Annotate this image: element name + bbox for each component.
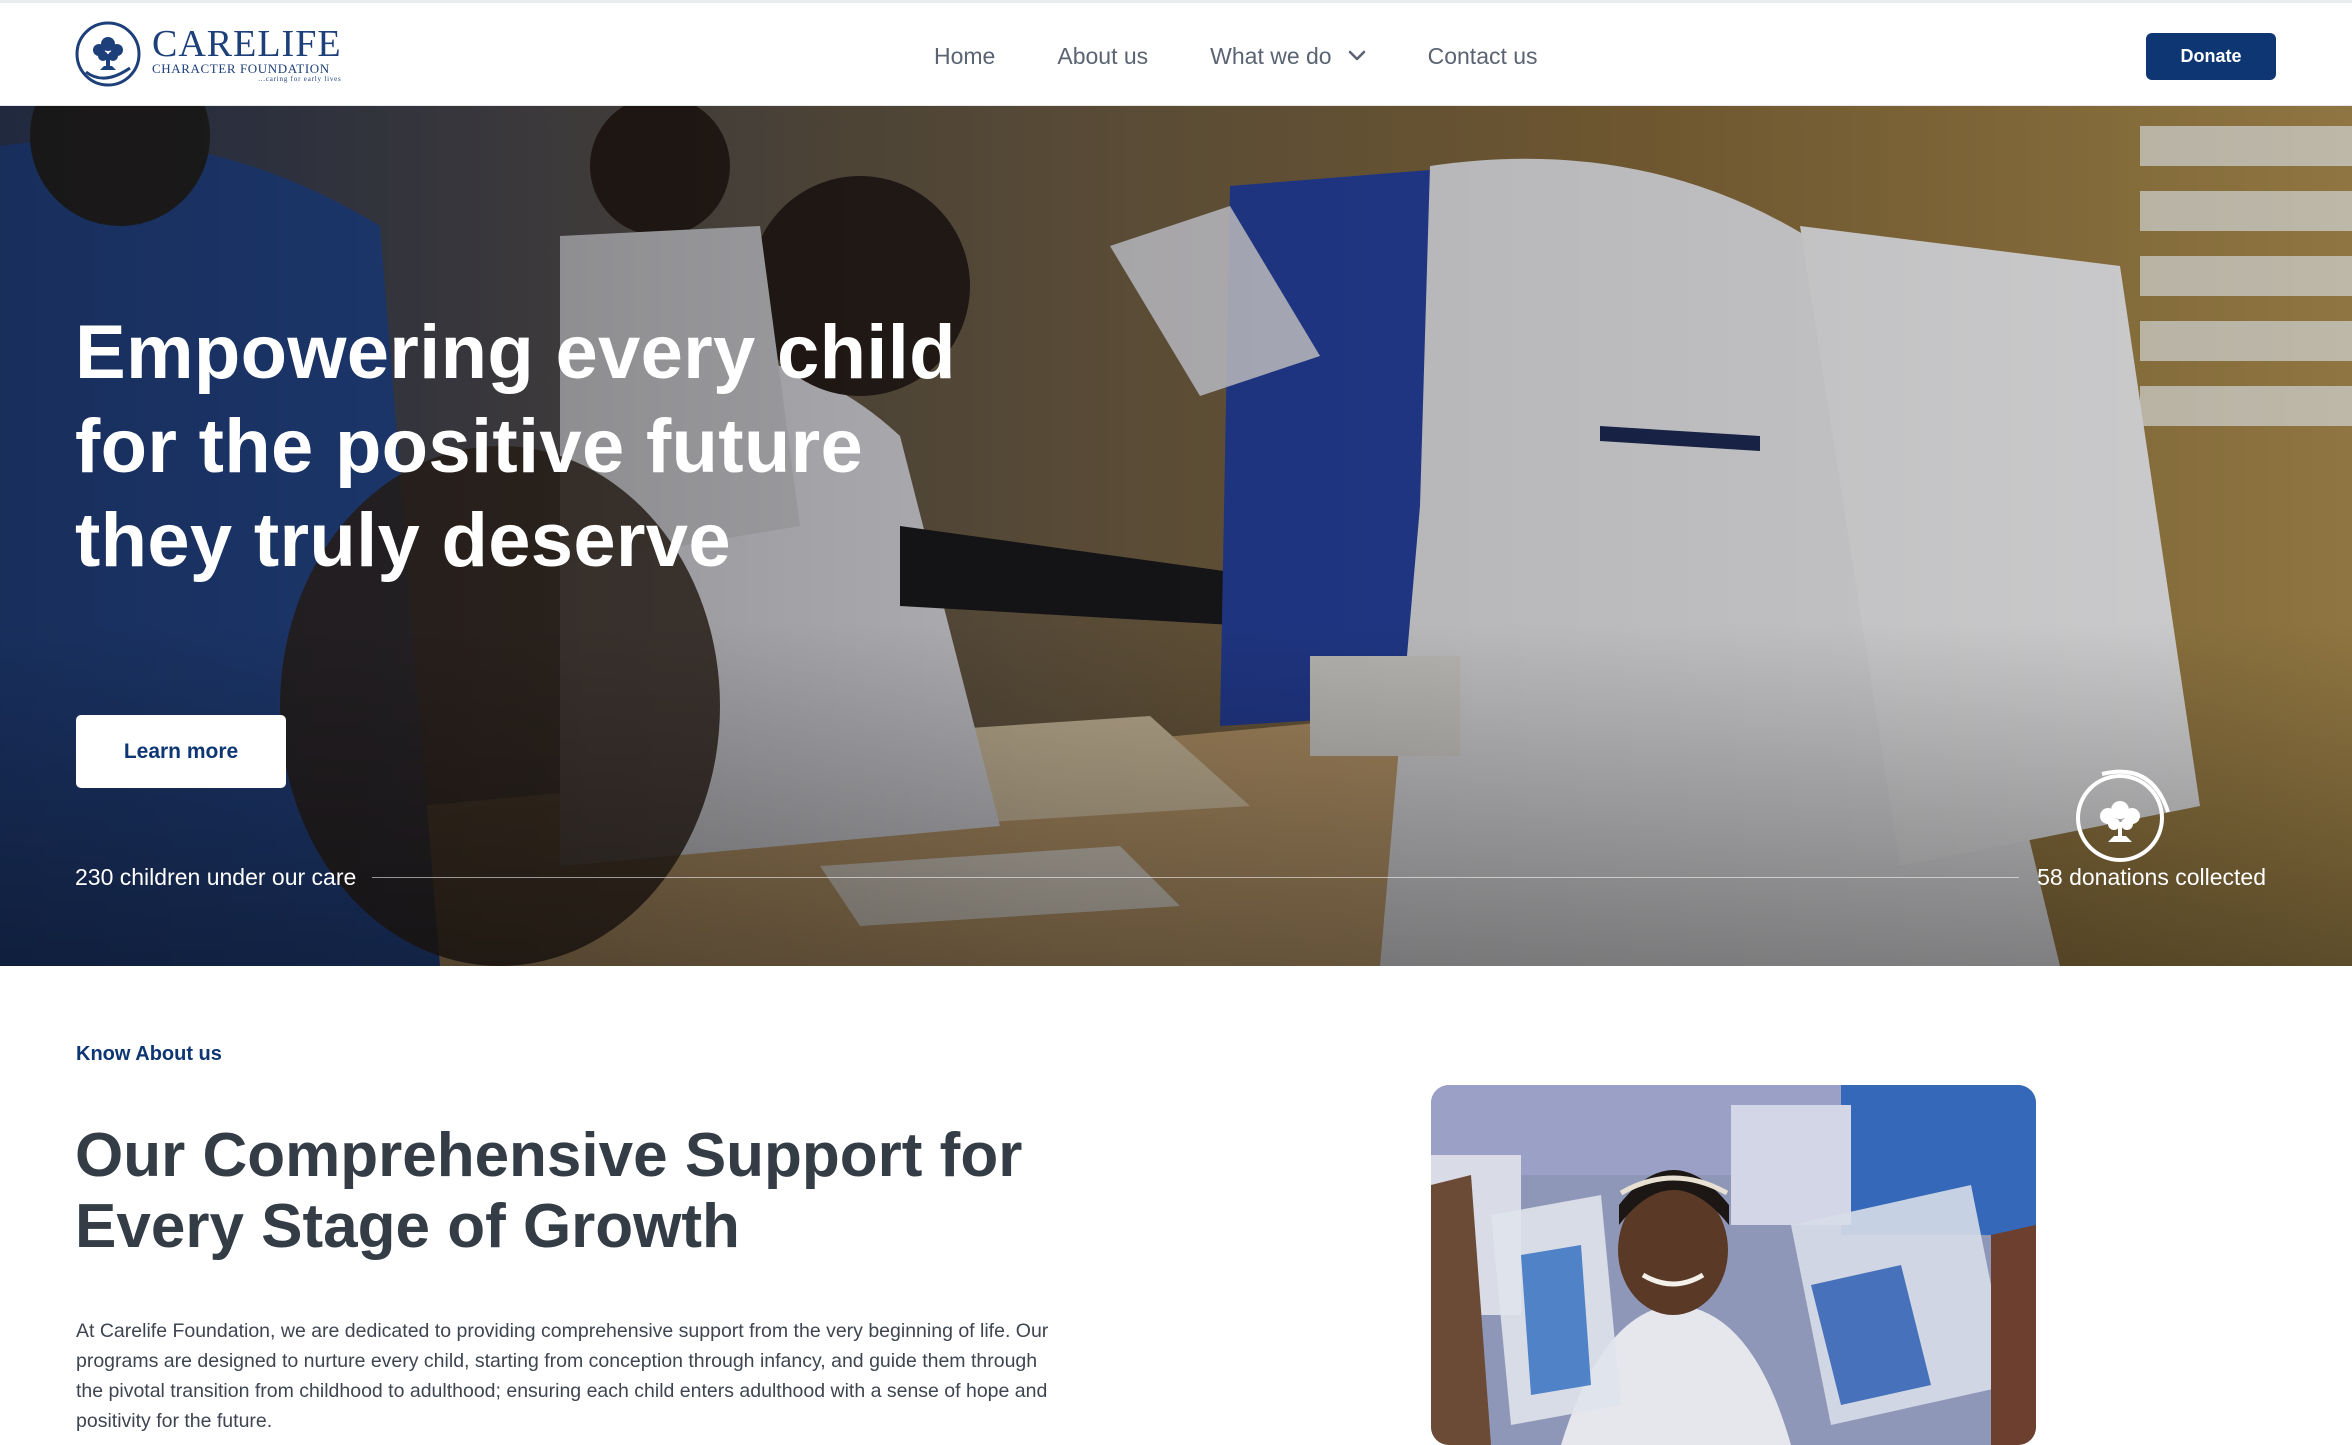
learn-more-button[interactable]: Learn more [76, 715, 286, 788]
about-photo [1431, 1085, 2036, 1445]
hero-headline: Empowering every child for the positive … [75, 310, 956, 583]
logo-title: CARELIFE [152, 23, 342, 65]
logo-tree-icon [75, 21, 141, 87]
nav-home[interactable]: Home [934, 43, 995, 70]
logo-tagline: ...caring for early lives [258, 75, 342, 83]
chevron-down-icon [1348, 50, 1365, 61]
logo-subtitle: CHARACTER FOUNDATION [152, 61, 330, 76]
nav-what-we-do[interactable]: What we do [1210, 43, 1365, 70]
about-eyebrow: Know About us [76, 1043, 222, 1065]
stat-divider [372, 877, 2019, 878]
nav-about-us[interactable]: About us [1057, 43, 1148, 70]
site-logo[interactable]: CARELIFE CHARACTER FOUNDATION ...caring … [74, 20, 342, 88]
hero-section: Empowering every child for the positive … [0, 106, 2352, 966]
donations-count-stat: 58 donations collected [2037, 864, 2266, 890]
donate-button[interactable]: Donate [2146, 33, 2276, 80]
children-count-stat: 230 children under our care [75, 864, 357, 890]
nav-contact-us[interactable]: Contact us [1428, 43, 1538, 70]
about-photo-image [1431, 1085, 2036, 1445]
emblem-tree-icon [2076, 769, 2170, 862]
nav-what-we-do-label: What we do [1210, 42, 1332, 69]
about-title: Our Comprehensive Support for Every Stag… [75, 1121, 1023, 1261]
site-header: CARELIFE CHARACTER FOUNDATION ...caring … [0, 0, 2352, 106]
main-nav: Home About us What we do Contact us [934, 3, 1538, 109]
about-body: At Carelife Foundation, we are dedicated… [76, 1320, 1049, 1432]
